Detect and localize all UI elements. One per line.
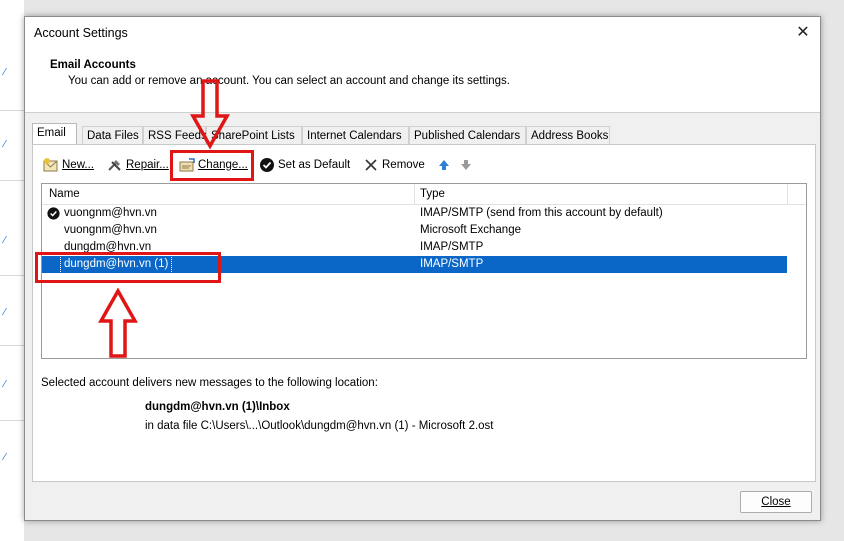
header-panel: Email Accounts You can add or remove an …: [25, 49, 820, 113]
window-title: Account Settings: [34, 26, 128, 40]
tab-published-calendars[interactable]: Published Calendars: [409, 126, 526, 144]
background-icon: ⁄: [4, 139, 6, 150]
annotation-arrow-down-icon: [190, 79, 230, 150]
divider: [0, 275, 24, 276]
column-separator[interactable]: [414, 184, 415, 204]
header-title: Email Accounts: [50, 59, 136, 71]
move-down-button[interactable]: [458, 155, 477, 175]
delivery-data-file: in data file C:\Users\...\Outlook\dungdm…: [145, 420, 494, 432]
account-type: IMAP/SMTP: [420, 258, 484, 270]
header-description: You can add or remove an account. You ca…: [68, 75, 510, 87]
background-icon: ⁄: [4, 452, 6, 463]
close-button[interactable]: Close: [740, 491, 812, 513]
new-mail-icon: [43, 157, 58, 172]
new-button-label: New...: [62, 159, 94, 171]
arrow-down-icon: [461, 159, 471, 170]
column-header-name[interactable]: Name: [49, 188, 80, 200]
list-item[interactable]: vuongnm@hvn.vn Microsoft Exchange: [42, 222, 787, 239]
email-tab-panel: New... Repair... Change... Set as Defaul…: [32, 144, 816, 482]
highlight-box-account: [35, 252, 221, 283]
check-circle-icon: [260, 157, 274, 172]
delivery-folder: dungdm@hvn.vn (1)\Inbox: [145, 401, 290, 413]
remove-button[interactable]: Remove: [363, 155, 425, 175]
account-name: vuongnm@hvn.vn: [64, 224, 157, 236]
divider: [0, 420, 24, 421]
account-type: Microsoft Exchange: [420, 224, 521, 236]
remove-button-label: Remove: [382, 159, 425, 171]
background-app-strip: ⁄ ⁄ ⁄ ⁄ ⁄ ⁄: [0, 0, 24, 541]
title-bar: Account Settings ✕: [25, 17, 820, 49]
move-up-button[interactable]: [436, 155, 455, 175]
set-default-button[interactable]: Set as Default: [259, 155, 350, 175]
tab-internet-calendars[interactable]: Internet Calendars: [302, 126, 409, 144]
delivery-label: Selected account delivers new messages t…: [41, 377, 378, 389]
column-header-type[interactable]: Type: [420, 188, 445, 200]
close-icon[interactable]: ✕: [786, 17, 820, 49]
divider: [0, 345, 24, 346]
list-header: Name Type: [42, 184, 806, 205]
x-icon: [365, 159, 377, 171]
tab-address-books[interactable]: Address Books: [526, 126, 610, 144]
account-type: IMAP/SMTP: [420, 241, 484, 253]
divider: [0, 180, 24, 181]
background-icon: ⁄: [4, 67, 6, 78]
close-button-label: Close: [761, 496, 791, 508]
new-button[interactable]: New...: [43, 155, 94, 175]
default-check-icon: [47, 207, 60, 220]
background-icon: ⁄: [4, 235, 6, 246]
highlight-box-change: [170, 150, 254, 181]
arrow-up-icon: [439, 159, 449, 170]
background-icon: ⁄: [4, 379, 6, 390]
repair-button-label: Repair...: [126, 159, 169, 171]
account-type: IMAP/SMTP (send from this account by def…: [420, 207, 663, 219]
column-separator[interactable]: [787, 184, 788, 204]
toolbar: New... Repair... Change... Set as Defaul…: [33, 153, 815, 177]
tools-icon: [108, 159, 121, 171]
tab-email[interactable]: Email: [32, 123, 77, 144]
tab-data-files[interactable]: Data Files: [82, 126, 143, 144]
repair-button[interactable]: Repair...: [107, 155, 169, 175]
annotation-arrow-up-icon: [98, 288, 138, 358]
divider: [0, 110, 24, 111]
set-default-button-label: Set as Default: [278, 159, 351, 171]
background-icon: ⁄: [4, 307, 6, 318]
account-name: vuongnm@hvn.vn: [64, 207, 157, 219]
list-item[interactable]: vuongnm@hvn.vn IMAP/SMTP (send from this…: [42, 205, 787, 222]
